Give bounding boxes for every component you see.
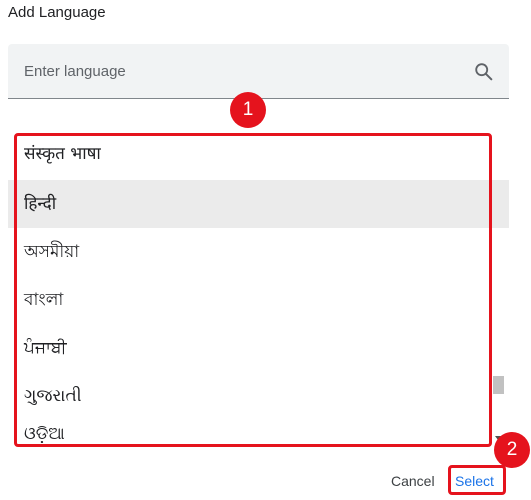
search-input[interactable] bbox=[24, 58, 444, 84]
list-scrollbar[interactable] bbox=[492, 128, 504, 444]
scrollbar-thumb[interactable] bbox=[493, 376, 504, 394]
dialog-title: Add Language bbox=[8, 4, 106, 21]
step-badge-2: 2 bbox=[494, 432, 530, 468]
search-field[interactable] bbox=[8, 44, 509, 99]
search-icon[interactable] bbox=[473, 61, 495, 83]
step-badge-1: 1 bbox=[230, 92, 266, 128]
select-button-highlight bbox=[448, 465, 506, 495]
language-list-highlight bbox=[14, 133, 492, 447]
cancel-button[interactable]: Cancel bbox=[391, 473, 435, 489]
